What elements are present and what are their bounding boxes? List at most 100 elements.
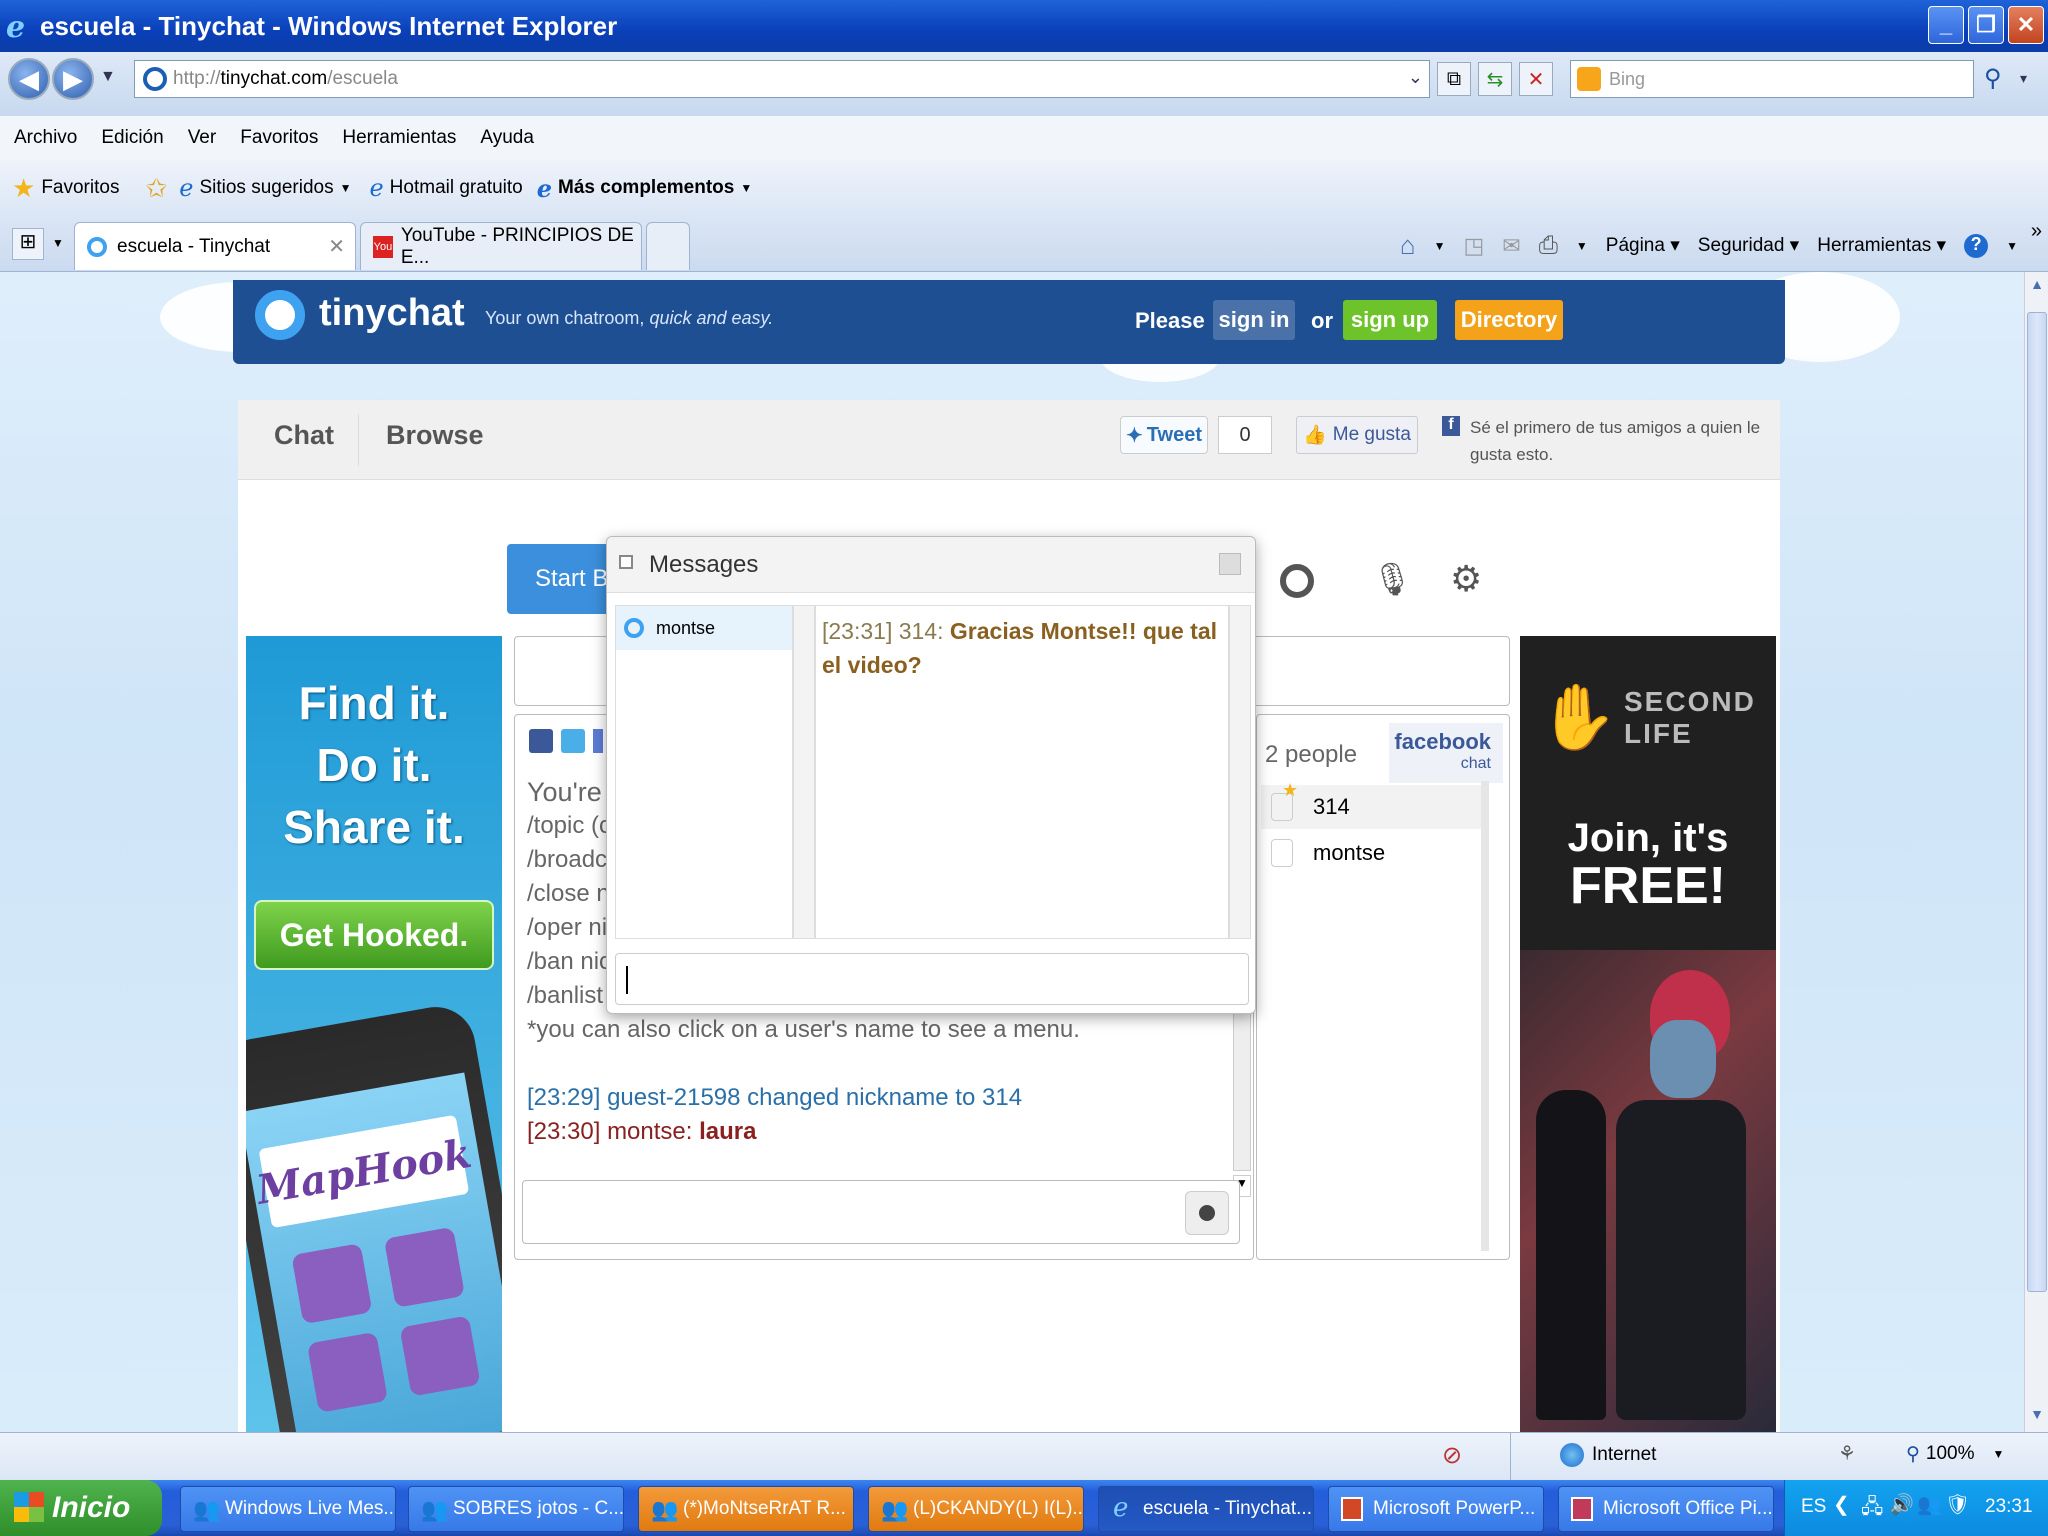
share-facebook-icon[interactable]: [529, 729, 553, 753]
refresh-icon[interactable]: ⇆: [1478, 62, 1512, 96]
right-advertisement[interactable]: ✋ SECOND LIFE Join, it's FREE!: [1520, 636, 1776, 1432]
tab-youtube[interactable]: You YouTube - PRINCIPIOS DE E...: [360, 222, 642, 270]
menu-favoritos[interactable]: Favoritos: [240, 127, 318, 149]
user-item-montse[interactable]: montse: [1261, 831, 1481, 875]
scroll-up-icon[interactable]: ▲: [2027, 276, 2047, 298]
home-dropdown-icon[interactable]: ▼: [1434, 239, 1446, 253]
forward-button[interactable]: ▶: [52, 58, 94, 100]
cmd-seguridad[interactable]: Seguridad ▾: [1698, 234, 1799, 257]
thread-scrollbar[interactable]: [1229, 605, 1251, 939]
chat-input[interactable]: [522, 1180, 1240, 1244]
search-options-icon[interactable]: ▾: [2020, 70, 2027, 87]
print-dropdown-icon[interactable]: ▼: [1576, 239, 1588, 253]
fav-mas-complementos[interactable]: e Más complementos ▼: [537, 174, 753, 203]
home-icon[interactable]: ⌂: [1400, 230, 1416, 261]
zoom-control[interactable]: ⚲ 100% ▼: [1906, 1443, 2004, 1466]
messenger-tray-icon[interactable]: 👥: [1917, 1492, 1942, 1517]
favorites-bar: ★ Favoritos ✩ e Sitios sugeridos ▼ e Hot…: [0, 160, 2048, 216]
clock[interactable]: 23:31: [1985, 1496, 2033, 1518]
new-tab-button[interactable]: [646, 222, 690, 270]
user-item-314[interactable]: ★ 314: [1261, 780, 1481, 829]
task-powerpoint[interactable]: Microsoft PowerP...: [1328, 1486, 1544, 1532]
chevron-more-icon[interactable]: »: [2031, 220, 2042, 243]
address-dropdown-icon[interactable]: ⌄: [1408, 67, 1423, 88]
tray-collapse-icon[interactable]: ❮: [1833, 1492, 1850, 1517]
like-button[interactable]: 👍 Me gusta: [1296, 416, 1418, 454]
tab-browse[interactable]: Browse: [386, 420, 484, 451]
task-sobres[interactable]: 👥 SOBRES jotos - C...: [408, 1486, 624, 1532]
menu-ayuda[interactable]: Ayuda: [480, 127, 534, 149]
compatibility-icon[interactable]: ⧉: [1437, 62, 1471, 96]
help-dropdown-icon[interactable]: ▼: [2006, 239, 2018, 253]
help-icon[interactable]: ?: [1964, 233, 1989, 258]
settings-gear-icon[interactable]: ⚙: [1450, 558, 1482, 600]
restore-button[interactable]: ❐: [1968, 6, 2004, 44]
task-windows-live[interactable]: 👥 Windows Live Mes...: [180, 1486, 396, 1532]
sign-up-button[interactable]: sign up: [1343, 300, 1437, 340]
add-favorite-button[interactable]: ✩: [145, 173, 167, 204]
recent-pages-dropdown[interactable]: ▼: [100, 68, 116, 86]
cmd-herramientas[interactable]: Herramientas ▾: [1817, 234, 1946, 257]
quick-tabs-icon[interactable]: ⊞: [12, 228, 44, 260]
scrollbar-thumb[interactable]: [2027, 312, 2047, 1292]
favorites-button[interactable]: ★ Favoritos: [12, 173, 119, 204]
close-button[interactable]: ✕: [2008, 6, 2044, 44]
scroll-down-icon[interactable]: ▼: [2027, 1406, 2047, 1428]
get-hooked-button[interactable]: Get Hooked.: [254, 900, 494, 970]
webcam-icon[interactable]: [1280, 564, 1314, 598]
back-button[interactable]: ◀: [8, 58, 50, 100]
security-tray-icon[interactable]: 🛡: [1945, 1492, 1970, 1517]
mail-icon[interactable]: ✉: [1502, 233, 1520, 259]
menu-ver[interactable]: Ver: [188, 127, 217, 149]
task-office-picture[interactable]: Microsoft Office Pi...: [1558, 1486, 1774, 1532]
chat-log-scrollbar[interactable]: [1233, 1005, 1251, 1171]
conversation-montse[interactable]: montse: [616, 606, 792, 650]
share-more-icon[interactable]: [593, 729, 603, 753]
print-icon[interactable]: ⎙: [1539, 232, 1558, 260]
security-zone[interactable]: Internet: [1560, 1443, 1656, 1467]
search-icon[interactable]: ⚲: [1984, 64, 2002, 93]
close-tab-icon[interactable]: ✕: [328, 234, 345, 259]
tab-list-dropdown[interactable]: ▼: [52, 236, 64, 250]
volume-icon[interactable]: 🔊: [1889, 1492, 1914, 1517]
feeds-icon[interactable]: ◳: [1463, 233, 1484, 259]
directory-button[interactable]: Directory: [1455, 300, 1563, 340]
fav-sitios-sugeridos[interactable]: e Sitios sugeridos ▼: [179, 174, 351, 202]
accessibility-icon[interactable]: ⚘: [1838, 1441, 1856, 1466]
share-twitter-icon[interactable]: [561, 729, 585, 753]
menu-edicion[interactable]: Edición: [101, 127, 163, 149]
tab-escuela-tinychat[interactable]: escuela - Tinychat ✕: [74, 222, 356, 270]
messenger-icon: 👥: [881, 1497, 909, 1522]
page-scrollbar[interactable]: ▲ ▼: [2024, 272, 2048, 1432]
tinychat-logo[interactable]: tinychat: [319, 292, 465, 335]
tinychat-logo-icon[interactable]: [255, 290, 305, 340]
address-bar[interactable]: http://tinychat.com/escuela ⌄: [134, 60, 1430, 98]
microphone-icon[interactable]: 🎙: [1372, 560, 1413, 598]
network-icon[interactable]: 🖧: [1861, 1492, 1883, 1526]
stop-icon[interactable]: ✕: [1519, 62, 1553, 96]
task-tinychat-ie[interactable]: e escuela - Tinychat...: [1098, 1486, 1314, 1532]
task-ckandy[interactable]: 👥 (L)CKANDY(L) I(L)...: [868, 1486, 1084, 1532]
task-montserrat[interactable]: 👥 (*)MoNtseRrAT R...: [638, 1486, 854, 1532]
tab-chat[interactable]: Chat: [274, 420, 334, 451]
user-avatar: [1271, 839, 1293, 867]
message-input[interactable]: [615, 953, 1249, 1005]
sign-in-button[interactable]: sign in: [1213, 300, 1295, 340]
fav-hotmail[interactable]: e Hotmail gratuito: [369, 174, 522, 202]
menu-archivo[interactable]: Archivo: [14, 127, 77, 149]
search-input[interactable]: Bing: [1570, 60, 1974, 98]
left-advertisement[interactable]: Find it. Do it. Share it. Get Hooked. Ma…: [246, 636, 502, 1432]
task-label: Microsoft Office Pi...: [1603, 1498, 1773, 1519]
language-indicator[interactable]: ES: [1801, 1496, 1826, 1518]
user-list-scrollbar[interactable]: [1481, 781, 1489, 1251]
menu-bar: Archivo Edición Ver Favoritos Herramient…: [0, 116, 2048, 160]
menu-herramientas[interactable]: Herramientas: [342, 127, 456, 149]
facebook-chat-button[interactable]: facebook chat: [1389, 723, 1503, 783]
tweet-button[interactable]: ✦ Tweet: [1120, 416, 1208, 454]
emoticon-icon[interactable]: [1185, 1191, 1229, 1235]
pane-divider: [793, 605, 815, 939]
cmd-pagina[interactable]: Página ▾: [1606, 234, 1680, 257]
popup-minimize-icon[interactable]: [1219, 553, 1241, 575]
minimize-button[interactable]: _: [1928, 6, 1964, 44]
start-button[interactable]: Inicio: [0, 1480, 162, 1536]
